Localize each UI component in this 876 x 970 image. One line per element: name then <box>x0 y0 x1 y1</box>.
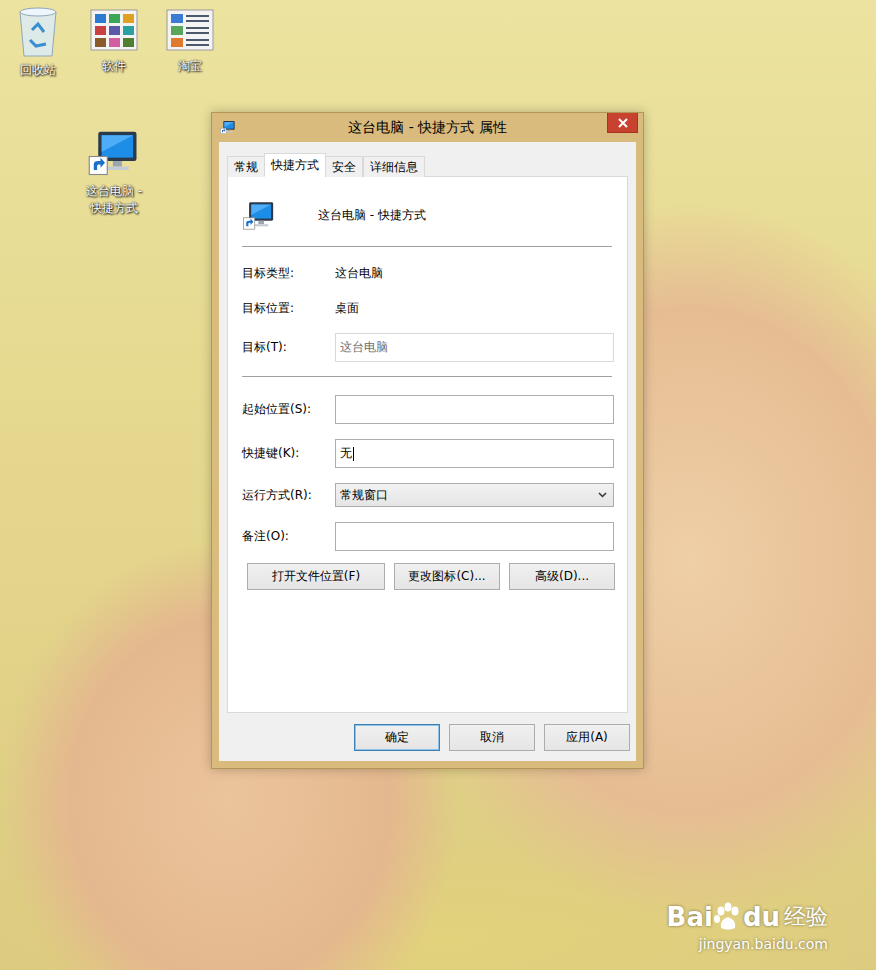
field-label: 起始位置(S): <box>242 401 335 418</box>
desktop-icon[interactable]: 淘宝 <box>152 6 228 79</box>
field-row: 起始位置(S): <box>242 395 614 424</box>
computer-shortcut-icon <box>87 125 141 179</box>
desktop-icon[interactable]: 回收站 <box>0 6 76 79</box>
shortcut-name: 这台电脑 - 快捷方式 <box>318 207 426 224</box>
taobao-folder-icon <box>166 6 214 54</box>
desktop-icon[interactable]: 软件 <box>76 6 152 79</box>
paw-icon <box>713 902 743 932</box>
separator <box>242 376 612 377</box>
dialog-button[interactable]: 应用(A) <box>544 724 630 751</box>
tab[interactable]: 安全 <box>325 156 363 177</box>
action-button[interactable]: 打开文件位置(F) <box>247 563 385 590</box>
tab[interactable]: 快捷方式 <box>264 153 326 177</box>
title-icon-box <box>220 119 236 135</box>
recycle-bin-icon <box>16 6 60 58</box>
desktop-icon-label: 这台电脑 - 快捷方式 <box>83 183 145 217</box>
shortcut-header: 这台电脑 - 快捷方式 <box>242 195 614 235</box>
desktop: 回收站软件淘宝这台电脑 - 快捷方式这台电脑 - 快捷方式 属性常规快捷方式安全… <box>0 0 876 970</box>
software-folder-icon <box>90 6 138 54</box>
text-field[interactable] <box>335 522 614 551</box>
chevron-down-icon <box>598 492 607 498</box>
desktop-icon-label: 软件 <box>83 58 145 75</box>
field-label: 备注(O): <box>242 528 335 545</box>
watermark-brand: Baidu经验 <box>667 902 828 932</box>
field-row: 快捷键(K):无 <box>242 439 614 468</box>
dialog-button[interactable]: 确定 <box>354 724 440 751</box>
action-button[interactable]: 更改图标(C)... <box>394 563 500 590</box>
info-label: 目标位置: <box>242 300 335 317</box>
text-field[interactable] <box>335 395 614 424</box>
run-mode-select[interactable]: 常规窗口 <box>335 483 614 507</box>
close-icon <box>618 118 628 128</box>
properties-dialog: 这台电脑 - 快捷方式 属性常规快捷方式安全详细信息这台电脑 - 快捷方式目标类… <box>211 112 644 769</box>
watermark-url: jingyan.baidu.com <box>699 936 828 952</box>
tab-panel: 这台电脑 - 快捷方式目标类型:这台电脑目标位置:桌面目标(T):这台电脑起始位… <box>227 176 628 713</box>
action-button[interactable]: 高级(D)... <box>509 563 615 590</box>
target-field: 这台电脑 <box>335 333 614 362</box>
action-buttons: 打开文件位置(F) 更改图标(C)... 高级(D)... <box>247 563 614 590</box>
info-label: 目标类型: <box>242 265 335 282</box>
title-computer-icon <box>220 119 236 135</box>
desktop-icon-label: 回收站 <box>7 62 69 79</box>
close-button[interactable] <box>607 113 638 133</box>
baidu-watermark: Baidu经验 jingyan.baidu.com <box>667 902 828 952</box>
field-row: 备注(O): <box>242 522 614 551</box>
info-row: 目标类型:这台电脑 <box>242 263 614 283</box>
dialog-client: 常规快捷方式安全详细信息这台电脑 - 快捷方式目标类型:这台电脑目标位置:桌面目… <box>219 142 636 761</box>
field-row: 运行方式(R):常规窗口 <box>242 483 614 507</box>
desktop-icon-label: 淘宝 <box>159 58 221 75</box>
info-value: 桌面 <box>335 300 359 317</box>
window-title: 这台电脑 - 快捷方式 属性 <box>348 119 506 137</box>
field-label: 快捷键(K): <box>242 445 335 462</box>
field-label: 运行方式(R): <box>242 487 335 504</box>
info-row: 目标位置:桌面 <box>242 298 614 318</box>
separator <box>242 246 612 247</box>
title-bar: 这台电脑 - 快捷方式 属性 <box>212 113 643 142</box>
desktop-icons: 回收站软件淘宝这台电脑 - 快捷方式 <box>0 6 228 217</box>
dialog-button[interactable]: 取消 <box>449 724 535 751</box>
text-caret <box>353 447 354 461</box>
field-label: 目标(T): <box>242 339 335 356</box>
desktop-icon[interactable]: 这台电脑 - 快捷方式 <box>76 125 152 217</box>
target-row: 目标(T):这台电脑 <box>242 333 614 362</box>
dialog-buttons: 确定取消应用(A) <box>227 724 630 751</box>
shortcut-computer-icon <box>242 198 276 232</box>
text-field[interactable]: 无 <box>335 439 614 468</box>
tab[interactable]: 常规 <box>227 156 265 177</box>
tab[interactable]: 详细信息 <box>363 156 425 177</box>
tab-row: 常规快捷方式安全详细信息 <box>227 153 630 177</box>
info-value: 这台电脑 <box>335 265 383 282</box>
